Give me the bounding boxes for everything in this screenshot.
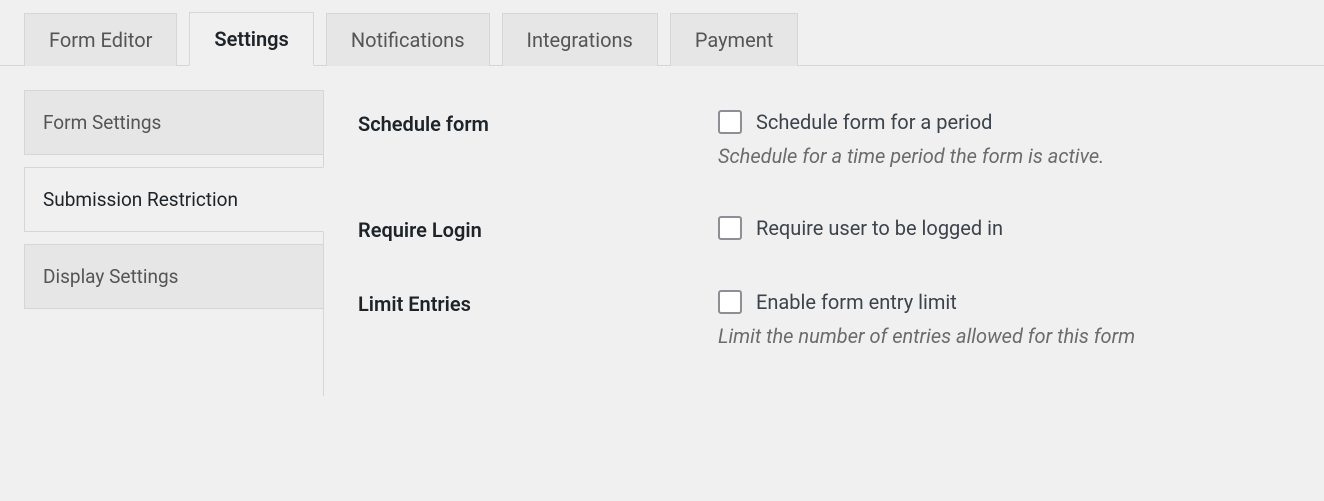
tab-payment[interactable]: Payment — [670, 13, 798, 66]
tab-notifications[interactable]: Notifications — [326, 13, 490, 66]
require-login-checkbox[interactable] — [718, 216, 742, 240]
limit-entries-heading: Limit Entries — [358, 290, 718, 316]
limit-entries-checkbox-label: Enable form entry limit — [756, 290, 957, 314]
row-limit-entries: Limit Entries Enable form entry limit Li… — [358, 290, 1300, 348]
tab-form-editor[interactable]: Form Editor — [24, 13, 177, 66]
limit-entries-description: Limit the number of entries allowed for … — [718, 324, 1300, 348]
schedule-form-heading: Schedule form — [358, 110, 718, 136]
limit-entries-checkbox[interactable] — [718, 290, 742, 314]
tab-settings[interactable]: Settings — [189, 12, 313, 66]
require-login-checkbox-label: Require user to be logged in — [756, 216, 1003, 240]
main-area: Form Settings Submission Restriction Dis… — [0, 66, 1324, 396]
schedule-form-checkbox[interactable] — [718, 110, 742, 134]
settings-sidebar: Form Settings Submission Restriction Dis… — [24, 90, 324, 396]
row-schedule-form: Schedule form Schedule form for a period… — [358, 110, 1300, 168]
sidebar-item-submission-restriction[interactable]: Submission Restriction — [24, 167, 324, 232]
sidebar-item-form-settings[interactable]: Form Settings — [24, 90, 323, 155]
schedule-form-checkbox-label: Schedule form for a period — [756, 110, 992, 134]
schedule-form-description: Schedule for a time period the form is a… — [718, 144, 1300, 168]
top-tabs: Form Editor Settings Notifications Integ… — [0, 0, 1324, 66]
require-login-heading: Require Login — [358, 216, 718, 242]
settings-content: Schedule form Schedule form for a period… — [324, 90, 1324, 396]
row-require-login: Require Login Require user to be logged … — [358, 216, 1300, 242]
sidebar-item-display-settings[interactable]: Display Settings — [24, 244, 323, 309]
tab-integrations[interactable]: Integrations — [502, 13, 658, 66]
